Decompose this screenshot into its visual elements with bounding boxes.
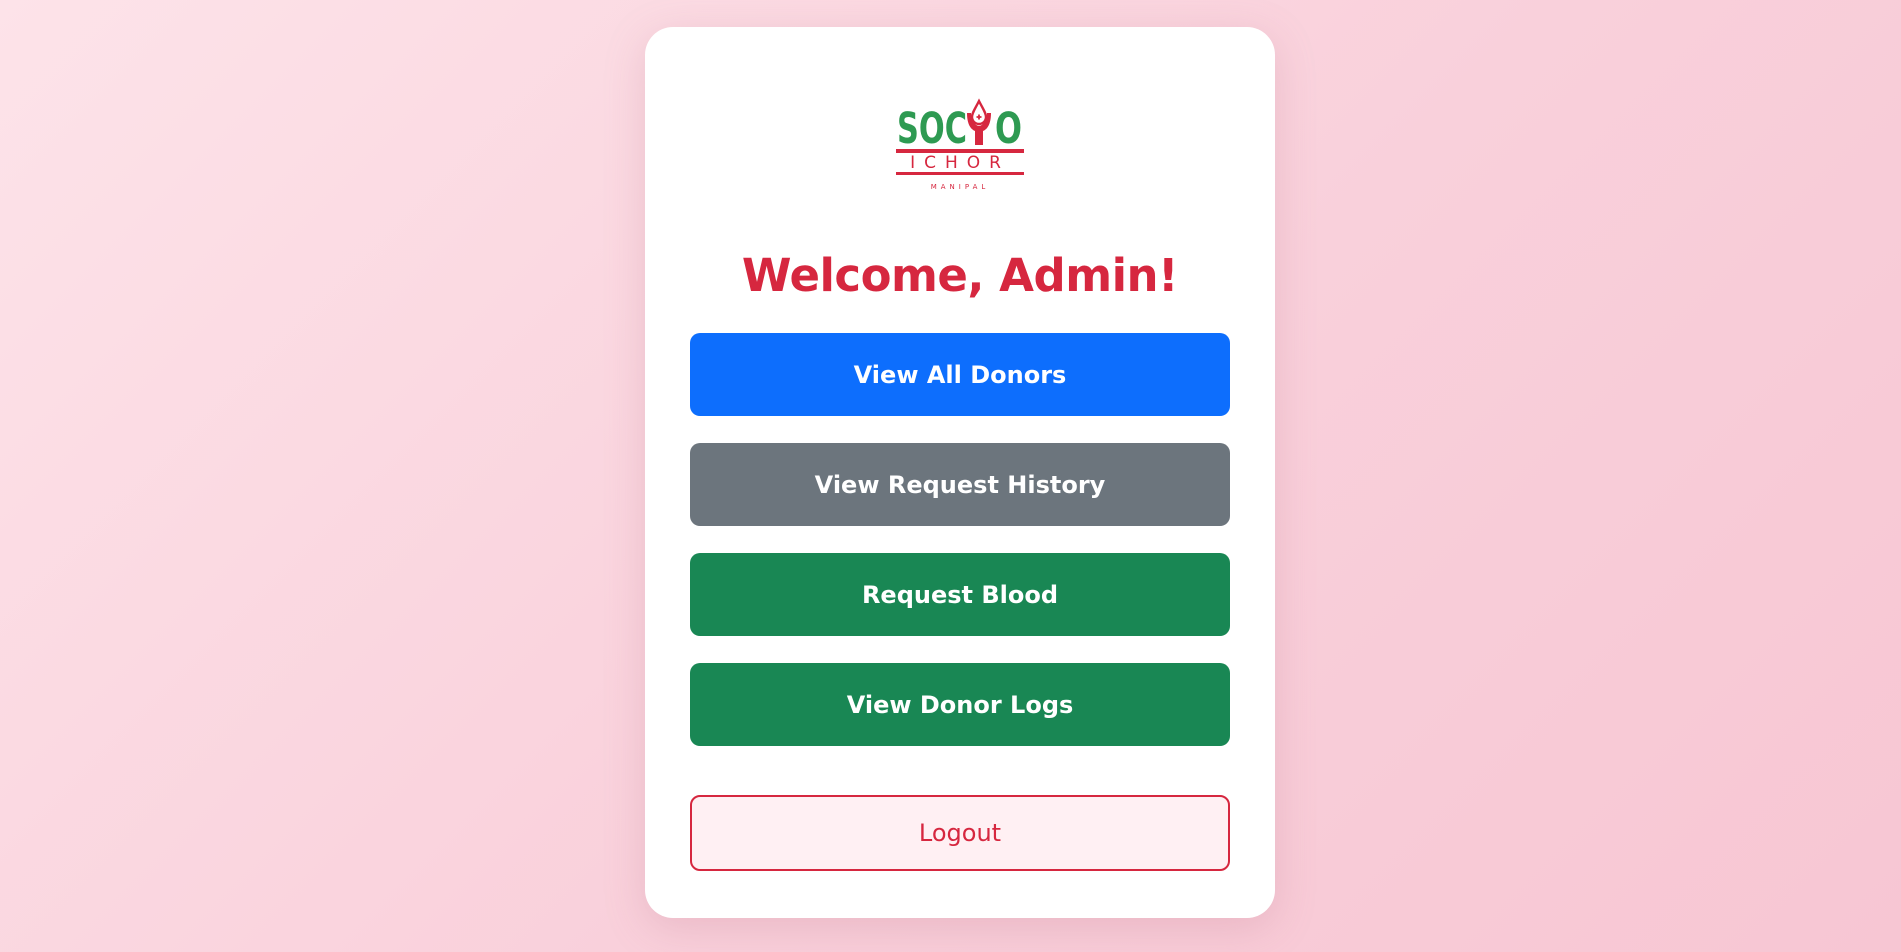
page-title: Welcome, Admin! [741, 249, 1179, 302]
logout-button[interactable]: Logout [690, 795, 1230, 871]
svg-text:O: O [995, 104, 1022, 154]
hands-drop-icon [967, 98, 991, 145]
view-request-history-button[interactable]: View Request History [690, 443, 1230, 526]
view-all-donors-button[interactable]: View All Donors [690, 333, 1230, 416]
request-blood-button[interactable]: Request Blood [690, 553, 1230, 636]
admin-dashboard-card: SOC O ICHOR MANIPAL Welcome, Admin! View… [645, 27, 1275, 918]
socio-ichor-logo: SOC O ICHOR MANIPAL [895, 89, 1025, 201]
svg-text:SOC: SOC [897, 104, 967, 154]
logo-graphic: SOC O ICHOR MANIPAL [896, 98, 1024, 191]
svg-text:ICHOR: ICHOR [910, 153, 1010, 173]
svg-text:MANIPAL: MANIPAL [931, 183, 990, 191]
view-donor-logs-button[interactable]: View Donor Logs [690, 663, 1230, 746]
